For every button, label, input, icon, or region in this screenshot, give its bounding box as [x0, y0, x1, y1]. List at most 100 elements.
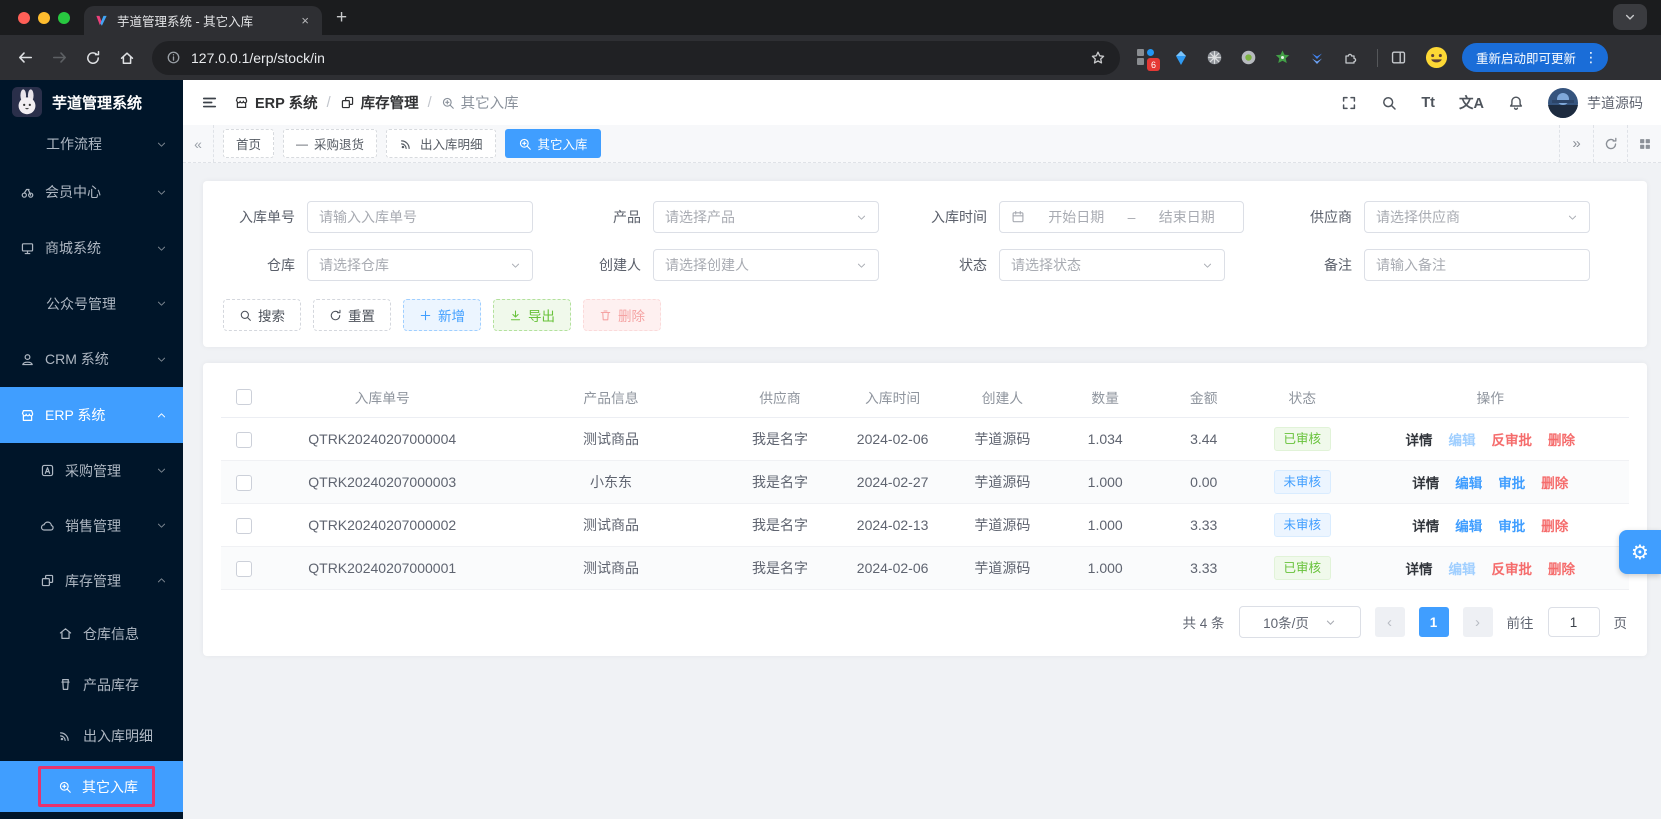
extension-icon-chevrons[interactable]: [1306, 47, 1327, 68]
page-number-current[interactable]: 1: [1419, 607, 1449, 637]
action-approve[interactable]: 审批: [1498, 476, 1525, 491]
window-minimize-button[interactable]: [38, 12, 50, 24]
new-tab-button[interactable]: +: [336, 7, 347, 29]
row-checkbox[interactable]: [236, 432, 252, 448]
action-approve[interactable]: 审批: [1498, 519, 1525, 534]
sidebar-item-sales-management[interactable]: 销售管理: [0, 498, 183, 553]
action-detail[interactable]: 详情: [1406, 433, 1433, 448]
sidebar-item-other-stock-in[interactable]: 其它入库: [0, 761, 183, 812]
browser-tab[interactable]: 芋道管理系统 - 其它入库 ×: [84, 6, 322, 35]
layout-grid-button[interactable]: [1627, 125, 1661, 162]
window-zoom-button[interactable]: [58, 12, 70, 24]
sidebar-item-workflow[interactable]: 工作流程: [0, 124, 183, 164]
row-checkbox[interactable]: [236, 475, 252, 491]
creator-select[interactable]: 请选择创建人: [653, 249, 879, 281]
extension-icon-grid[interactable]: 6: [1136, 47, 1157, 68]
notification-bell-icon[interactable]: [1508, 95, 1524, 111]
delete-button[interactable]: 删除: [583, 299, 661, 331]
search-button[interactable]: [1381, 95, 1397, 111]
extensions-puzzle-icon[interactable]: [1340, 47, 1361, 68]
user-menu[interactable]: 芋道源码: [1548, 88, 1643, 118]
window-controls: [0, 12, 84, 35]
tab-stock-record[interactable]: 出入库明细: [386, 129, 496, 158]
sidebar-item-member-center[interactable]: 会员中心: [0, 164, 183, 220]
sidebar-item-inventory-management[interactable]: 库存管理: [0, 553, 183, 608]
export-button[interactable]: 导出: [493, 299, 571, 331]
supplier-select[interactable]: 请选择供应商: [1364, 201, 1590, 233]
tab-search-button[interactable]: [1613, 4, 1647, 30]
action-delete[interactable]: 删除: [1548, 433, 1575, 448]
action-edit[interactable]: 编辑: [1455, 476, 1482, 491]
action-delete[interactable]: 删除: [1541, 476, 1568, 491]
tabs-scroll-left-button[interactable]: «: [183, 125, 214, 162]
prev-page-button[interactable]: ‹: [1375, 607, 1405, 637]
fullscreen-button[interactable]: [1341, 95, 1357, 111]
product-select[interactable]: 请选择产品: [653, 201, 879, 233]
action-edit[interactable]: 编辑: [1449, 562, 1476, 577]
tab-purchase-return[interactable]: —采购退货: [283, 129, 377, 158]
sidebar-item-erp-system[interactable]: ERP 系统: [0, 387, 183, 443]
reset-button[interactable]: 重置: [313, 299, 391, 331]
home-button[interactable]: [112, 43, 142, 73]
remark-input[interactable]: [1364, 249, 1590, 281]
browser-profile-avatar[interactable]: [1425, 46, 1448, 69]
sidebar-item-crm-system[interactable]: CRM 系统: [0, 331, 183, 387]
action-unapprove[interactable]: 反审批: [1492, 562, 1533, 577]
action-detail[interactable]: 详情: [1412, 519, 1439, 534]
site-info-icon[interactable]: [166, 50, 181, 65]
action-detail[interactable]: 详情: [1412, 476, 1439, 491]
breadcrumb-item-erp[interactable]: ERP 系统: [234, 92, 318, 113]
warehouse-select[interactable]: 请选择仓库: [307, 249, 533, 281]
action-edit[interactable]: 编辑: [1449, 433, 1476, 448]
refresh-page-button[interactable]: [1593, 125, 1627, 162]
action-detail[interactable]: 详情: [1406, 562, 1433, 577]
search-button[interactable]: 搜索: [223, 299, 301, 331]
tab-home[interactable]: 首页: [223, 129, 274, 158]
action-unapprove[interactable]: 反审批: [1492, 433, 1533, 448]
page-size-select[interactable]: 10条/页: [1239, 606, 1361, 638]
sidebar-item-purchase-management[interactable]: 采购管理: [0, 443, 183, 498]
sidebar-item-warehouse-info[interactable]: 仓库信息: [0, 608, 183, 659]
goto-page-input[interactable]: [1548, 607, 1600, 637]
select-all-checkbox[interactable]: [236, 389, 252, 405]
extension-icon-star[interactable]: [1272, 47, 1293, 68]
settings-fab[interactable]: ⚙: [1619, 530, 1661, 574]
extension-icon-wheel[interactable]: [1204, 47, 1225, 68]
extension-icon-gem[interactable]: [1170, 47, 1191, 68]
add-button[interactable]: 新增: [403, 299, 481, 331]
tab-close-icon[interactable]: ×: [298, 13, 312, 28]
row-checkbox[interactable]: [236, 518, 252, 534]
action-edit[interactable]: 编辑: [1455, 519, 1482, 534]
tab-other-stock-in[interactable]: 其它入库: [505, 129, 601, 158]
breadcrumb-item-stock-in[interactable]: 其它入库: [441, 92, 519, 113]
address-bar[interactable]: 127.0.0.1/erp/stock/in: [152, 41, 1120, 75]
app-logo-row[interactable]: 芋道管理系统: [0, 80, 183, 124]
tabs-scroll-right-button[interactable]: »: [1559, 125, 1593, 162]
action-delete[interactable]: 删除: [1548, 562, 1575, 577]
next-page-button[interactable]: ›: [1463, 607, 1493, 637]
breadcrumb-item-stock[interactable]: 库存管理: [340, 92, 419, 113]
bookmark-star-icon[interactable]: [1090, 50, 1106, 66]
sidebar-item-product-stock[interactable]: 产品库存: [0, 659, 183, 710]
window-close-button[interactable]: [18, 12, 30, 24]
action-delete[interactable]: 删除: [1541, 519, 1568, 534]
status-select[interactable]: 请选择状态: [999, 249, 1225, 281]
font-size-button[interactable]: Tt: [1421, 95, 1435, 111]
update-button[interactable]: 重新启动即可更新 ⋮: [1462, 43, 1608, 72]
back-button[interactable]: [10, 43, 40, 73]
update-button-label: 重新启动即可更新: [1476, 48, 1576, 67]
sidebar-item-mall-system[interactable]: 商城系统: [0, 220, 183, 276]
menu-collapse-button[interactable]: [201, 94, 218, 111]
in-time-range[interactable]: 开始日期–结束日期: [999, 201, 1244, 233]
side-panel-icon[interactable]: [1390, 49, 1407, 66]
translate-button[interactable]: 文A: [1459, 92, 1484, 113]
sidebar-item-mp-management[interactable]: 公众号管理: [0, 276, 183, 331]
row-checkbox[interactable]: [236, 561, 252, 577]
extension-icon-record[interactable]: [1238, 47, 1259, 68]
filter-field-in-time: 入库时间开始日期–结束日期: [915, 201, 1244, 233]
order-no-input[interactable]: [307, 201, 533, 233]
forward-button[interactable]: [44, 43, 74, 73]
browser-menu-kebab-icon[interactable]: ⋮: [1582, 49, 1600, 66]
reload-button[interactable]: [78, 43, 108, 73]
sidebar-item-stock-record[interactable]: 出入库明细: [0, 710, 183, 761]
